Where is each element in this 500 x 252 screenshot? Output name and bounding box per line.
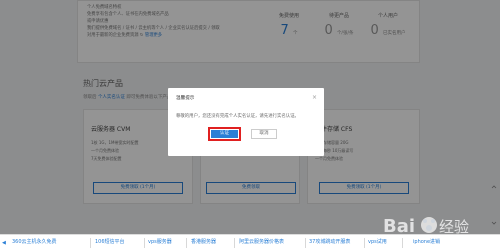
divider [186, 238, 187, 248]
bottom-link[interactable]: 360云主机永久免费 [12, 238, 57, 245]
divider [402, 238, 403, 248]
divider [90, 238, 91, 248]
divider [364, 238, 365, 248]
dialog-title: 温馨提示 [176, 96, 195, 101]
bottom-link[interactable]: vps服务器 [148, 238, 172, 245]
divider [305, 238, 306, 248]
bottom-link[interactable]: vps试用 [368, 238, 387, 245]
bottom-link[interactable]: 香港服务器 [191, 238, 216, 245]
dialog-message: 尊敬的用户，您还没有完成个人实名认证，请先进行实名认证。 [176, 114, 299, 119]
divider [144, 238, 145, 248]
cancel-button[interactable]: 取消 [251, 129, 277, 139]
bottom-link-bar: ◀ 360云主机永久免费 106短信平台 vps服务器 香港服务器 阿里云服务器… [0, 234, 500, 252]
bottom-link[interactable]: 37攻城跳动开服表 [309, 238, 350, 245]
bottom-link[interactable]: 阿里云服务器价格表 [239, 238, 284, 245]
verify-button[interactable]: 认证 [208, 127, 241, 141]
bottom-link[interactable]: iphone进销 [413, 238, 440, 245]
arrow-left-icon[interactable]: ◀ [2, 240, 6, 246]
bottom-link[interactable]: 106短信平台 [95, 238, 125, 245]
divider [234, 238, 235, 248]
close-icon[interactable]: × [312, 94, 317, 101]
verification-dialog: 温馨提示 × 尊敬的用户，您还没有完成个人实名认证，请先进行实名认证。 认证 取… [168, 88, 324, 156]
verify-button-label: 认证 [211, 130, 238, 138]
